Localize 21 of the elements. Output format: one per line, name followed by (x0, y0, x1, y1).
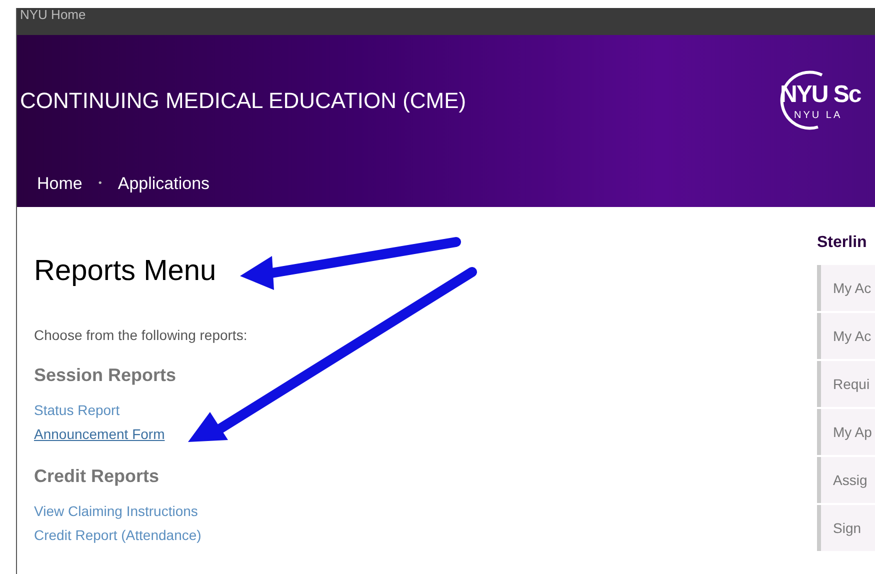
sidebar-title: Sterlin (817, 233, 868, 253)
report-link[interactable]: Credit Report (Attendance) (34, 527, 202, 543)
nav-separator: • (98, 177, 102, 192)
sidebar-item[interactable]: My Ap (817, 409, 875, 455)
sidebar-item[interactable]: My Ac (817, 265, 875, 311)
intro-text: Choose from the following reports: (34, 326, 248, 345)
nav-link[interactable]: Applications (118, 171, 210, 196)
report-link[interactable]: View Claiming Instructions (34, 503, 198, 519)
sidebar-item[interactable]: Sign (817, 505, 875, 551)
site-title: CONTINUING MEDICAL EDUCATION (CME) (20, 86, 466, 114)
sidebar-item[interactable]: Requi (817, 361, 875, 407)
report-link[interactable]: Status Report (34, 402, 120, 418)
section-heading: Credit Reports (34, 465, 160, 488)
nyu-home-link[interactable]: NYU Home (20, 8, 86, 22)
section-heading: Session Reports (34, 364, 178, 387)
sidebar-item[interactable]: My Ac (817, 313, 875, 359)
report-link[interactable]: Announcement Form (34, 426, 165, 442)
nav-link[interactable]: Home (37, 171, 82, 196)
logo-subtext: NYU LA (794, 108, 844, 122)
sidebar-item[interactable]: Assig (817, 457, 875, 503)
page-heading: Reports Menu (34, 254, 216, 289)
